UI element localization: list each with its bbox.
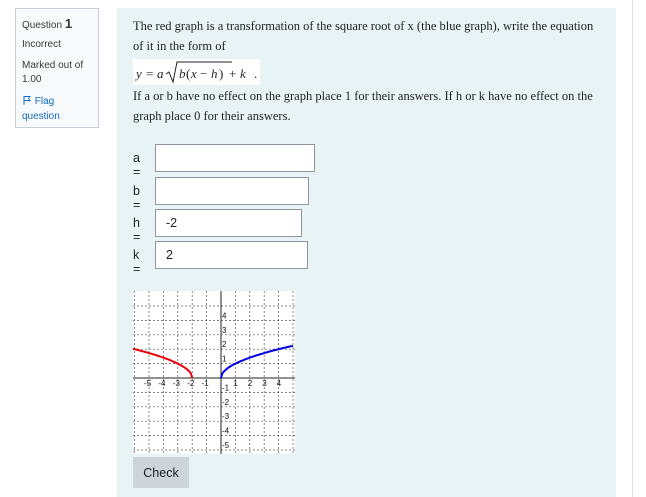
x-tick-label: -5 — [144, 379, 152, 388]
x-tick-label: -4 — [158, 379, 166, 388]
svg-text:): ) — [219, 66, 223, 81]
y-tick-label: -3 — [222, 412, 230, 421]
svg-text:b: b — [179, 66, 186, 81]
svg-text:h: h — [211, 66, 218, 81]
y-tick-label: -4 — [222, 427, 230, 436]
x-tick-label: 1 — [233, 379, 238, 388]
equation-image: y = a b ( x − h ) + k . — [133, 59, 260, 85]
x-tick-label: -3 — [173, 379, 181, 388]
svg-text:x: x — [190, 66, 197, 81]
y-tick-label: 1 — [222, 355, 227, 364]
graph-image: -5 -4 -3 -2 -1 1 2 3 4 4 3 2 1 -1 -2 -3 -4 -5 — [131, 291, 295, 454]
x-tick-label: 3 — [262, 379, 267, 388]
y-tick-label: 3 — [222, 326, 227, 335]
answer-input-b[interactable] — [155, 177, 309, 205]
check-button[interactable]: Check — [133, 457, 189, 488]
question-text: The red graph is a transformation of the… — [133, 19, 594, 53]
question-state: Incorrect — [22, 39, 61, 50]
svg-text:a: a — [157, 66, 164, 81]
y-tick-label: 2 — [222, 340, 227, 349]
x-tick-label: -1 — [202, 379, 210, 388]
y-tick-label: 4 — [222, 311, 227, 320]
svg-text:.: . — [254, 66, 257, 81]
answer-label-h: h = — [133, 216, 141, 244]
flag-icon — [22, 95, 32, 105]
svg-text:−: − — [200, 66, 207, 81]
svg-text:+: + — [229, 66, 236, 81]
page-divider — [632, 0, 633, 497]
answer-input-k[interactable] — [155, 241, 308, 269]
question-instructions: If a or b have no effect on the graph pl… — [133, 89, 593, 123]
y-tick-label: -2 — [222, 398, 230, 407]
question-formulation: The red graph is a transformation of the… — [117, 8, 616, 497]
question-info: Question 1 Incorrect Marked out of 1.00 … — [15, 8, 99, 128]
answer-label-k: k = — [133, 248, 141, 276]
svg-text:k: k — [240, 66, 246, 81]
x-tick-label: -2 — [187, 379, 195, 388]
svg-text:y: y — [134, 66, 142, 81]
question-grade: Marked out of 1.00 — [22, 60, 84, 85]
answer-label-b: b = — [133, 184, 141, 212]
answer-input-a[interactable] — [155, 144, 315, 172]
svg-text:(: ( — [186, 66, 190, 81]
svg-text:=: = — [146, 66, 153, 81]
x-tick-label: 2 — [248, 379, 253, 388]
answer-input-h[interactable] — [155, 209, 302, 237]
answer-label-a: a = — [133, 151, 141, 179]
flag-question-link[interactable]: Flag question — [22, 94, 92, 124]
question-number: Question 1 — [22, 16, 73, 31]
graph-svg: -5 -4 -3 -2 -1 1 2 3 44321-1-2-3-4-5 — [131, 291, 295, 454]
y-tick-label: -5 — [222, 441, 230, 450]
y-tick-label: -1 — [222, 383, 230, 392]
x-tick-label: 4 — [277, 379, 282, 388]
